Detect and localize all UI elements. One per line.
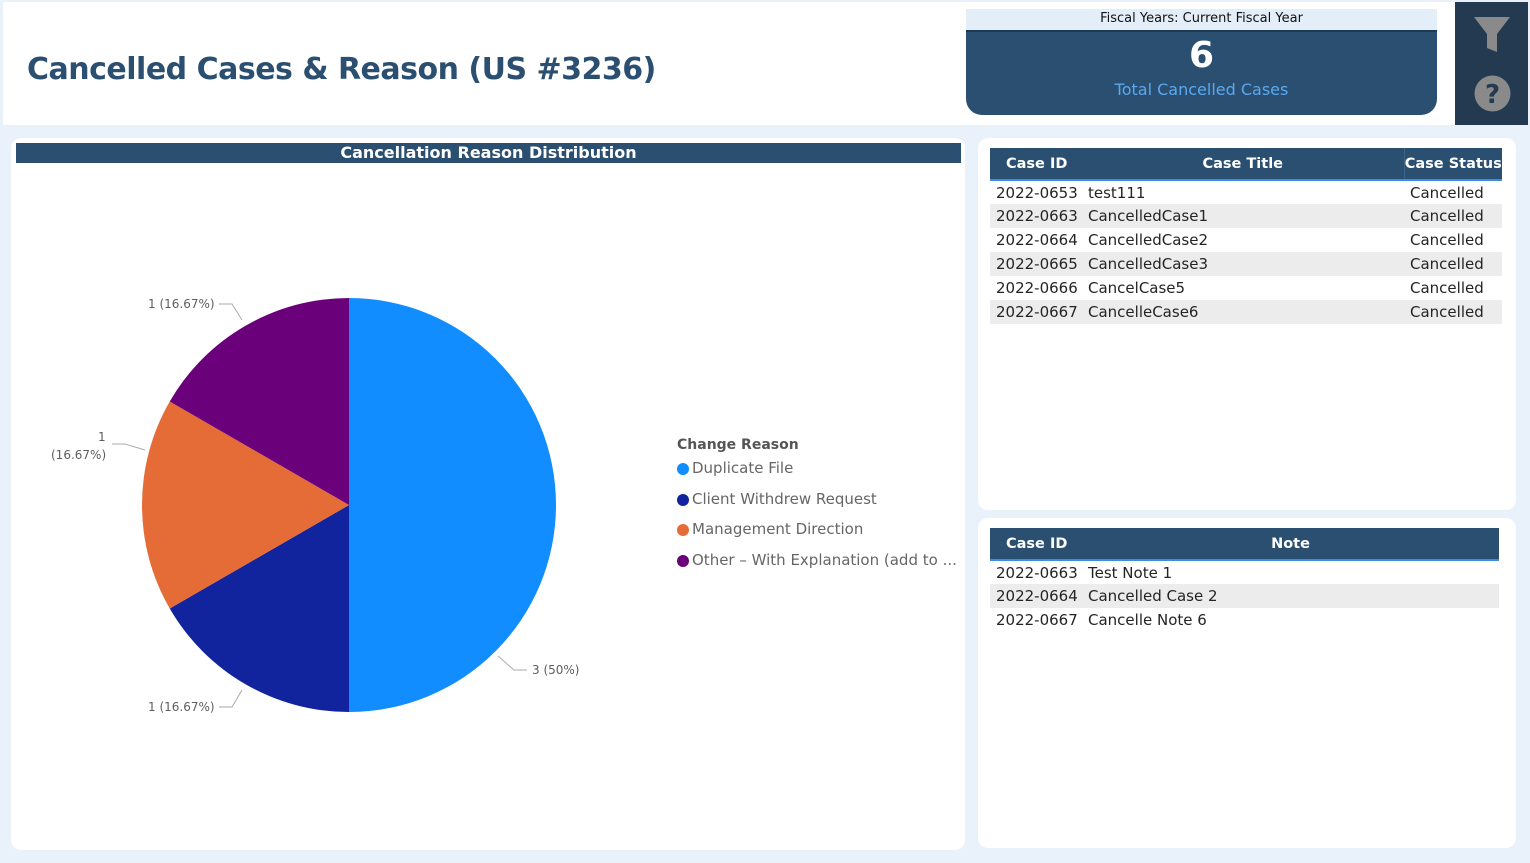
table-cell: 2022-0663 (990, 204, 1082, 228)
table-row[interactable]: 2022-0666 CancelCase5 Cancelled (990, 276, 1502, 300)
legend-dot-icon (677, 463, 689, 475)
legend-dot-icon (677, 554, 689, 567)
legend-item[interactable]: Duplicate File (677, 459, 957, 490)
data-label: 1 (98, 430, 106, 444)
table-cell: CancelledCase2 (1088, 231, 1208, 249)
leader-line (219, 689, 243, 708)
legend-label: Management Direction (692, 520, 864, 538)
chart-legend: Change Reason Duplicate File Client Withd… (677, 437, 957, 581)
table-row[interactable]: 2022-0653 test111 Cancelled (990, 180, 1502, 204)
column-header-case-title[interactable]: Case Title (1082, 148, 1405, 181)
kpi-value: 6 (1188, 35, 1215, 76)
table-cell: 2022-0664 (990, 584, 1082, 608)
table-cell: Cancelled (1410, 183, 1484, 202)
column-header-case-id[interactable]: Case ID (990, 148, 1082, 181)
table-row[interactable]: 2022-0664 CancelledCase2 Cancelled (990, 228, 1502, 252)
table-cell: CancelledCase1 (1082, 204, 1404, 228)
legend-item[interactable]: Other – With Explanation (add to ... (677, 551, 957, 582)
table-cell: 2022-0665 (990, 252, 1082, 276)
legend-item[interactable]: Management Direction (677, 520, 957, 551)
kpi-filter-label: Fiscal Years: Current Fiscal Year (966, 9, 1437, 30)
table-row[interactable]: 2022-0665 CancelledCase3 Cancelled (990, 252, 1502, 276)
table-cell: 2022-0666 (996, 279, 1078, 297)
legend-title: Change Reason (677, 437, 799, 453)
table-row[interactable]: 2022-0667 Cancelle Note 6 (990, 608, 1499, 632)
leader-line (497, 655, 527, 671)
table-cell: 2022-0664 (996, 231, 1078, 249)
pie-chart (112, 298, 556, 712)
cases-table-card: Case ID Case Title Case Status 2022-0653… (978, 138, 1516, 510)
table-row[interactable]: 2022-0663 CancelledCase1 Cancelled (990, 204, 1502, 228)
table-cell: Cancelled Case 2 (1082, 584, 1499, 608)
cases-table: Case ID Case Title Case Status 2022-0653… (990, 148, 1502, 324)
table-cell: Cancelled (1404, 300, 1502, 324)
data-label: (16.67%) (51, 448, 107, 462)
legend-label: Client Withdrew Request (692, 489, 877, 508)
data-label: 3 (50%) (532, 663, 580, 677)
table-cell: Test Note 1 (1088, 563, 1173, 582)
table-row[interactable]: 2022-0664 Cancelled Case 2 (990, 584, 1499, 608)
table-row[interactable]: 2022-0663 Test Note 1 (990, 560, 1499, 584)
svg-text:?: ? (1485, 80, 1500, 110)
table-cell: 2022-0667 (990, 300, 1082, 324)
table-cell: Cancelled (1404, 252, 1502, 276)
legend-dot-icon (677, 524, 689, 536)
data-label: 1 (16.67%) (148, 700, 215, 714)
legend-dot-icon (677, 493, 689, 506)
help-icon[interactable]: ? (1474, 75, 1511, 112)
leader-line (112, 443, 146, 451)
table-cell: Cancelled (1410, 279, 1484, 297)
data-label: 1 (16.67%) (148, 297, 215, 311)
legend-label: Other – With Explanation (add to ... (692, 550, 957, 569)
table-cell: CancelleCase6 (1082, 300, 1404, 324)
table-cell: 2022-0653 (996, 183, 1078, 202)
table-cell: CancelCase5 (1088, 279, 1186, 297)
kpi-card: Fiscal Years: Current Fiscal Year 6 Tota… (966, 9, 1437, 115)
table-cell: 2022-0667 (996, 611, 1078, 629)
filter-icon[interactable] (1473, 14, 1511, 54)
side-toolbar: ? (1455, 2, 1528, 125)
pie-slice-duplicate-file[interactable] (349, 298, 556, 712)
table-row[interactable]: 2022-0667 CancelleCase6 Cancelled (990, 300, 1502, 324)
notes-table: Case ID Note 2022-0663 Test Note 1 2022-06… (990, 528, 1499, 632)
column-header-case-status[interactable]: Case Status (1404, 148, 1502, 181)
table-cell: 2022-0663 (996, 563, 1078, 582)
legend-item[interactable]: Client Withdrew Request (677, 490, 957, 521)
table-cell: Cancelle Note 6 (1088, 611, 1207, 629)
leader-line (219, 303, 243, 321)
table-cell: Cancelled (1404, 204, 1502, 228)
table-cell: Cancelled (1410, 231, 1484, 249)
kpi-label: Total Cancelled Cases (1114, 80, 1289, 99)
notes-table-card: Case ID Note 2022-0663 Test Note 1 2022-06… (978, 518, 1516, 848)
table-cell: test111 (1088, 183, 1146, 202)
table-cell: CancelledCase3 (1082, 252, 1404, 276)
column-header-case-id[interactable]: Case ID (990, 528, 1082, 561)
legend-label: Duplicate File (692, 459, 794, 477)
column-header-note[interactable]: Note (1082, 528, 1499, 561)
